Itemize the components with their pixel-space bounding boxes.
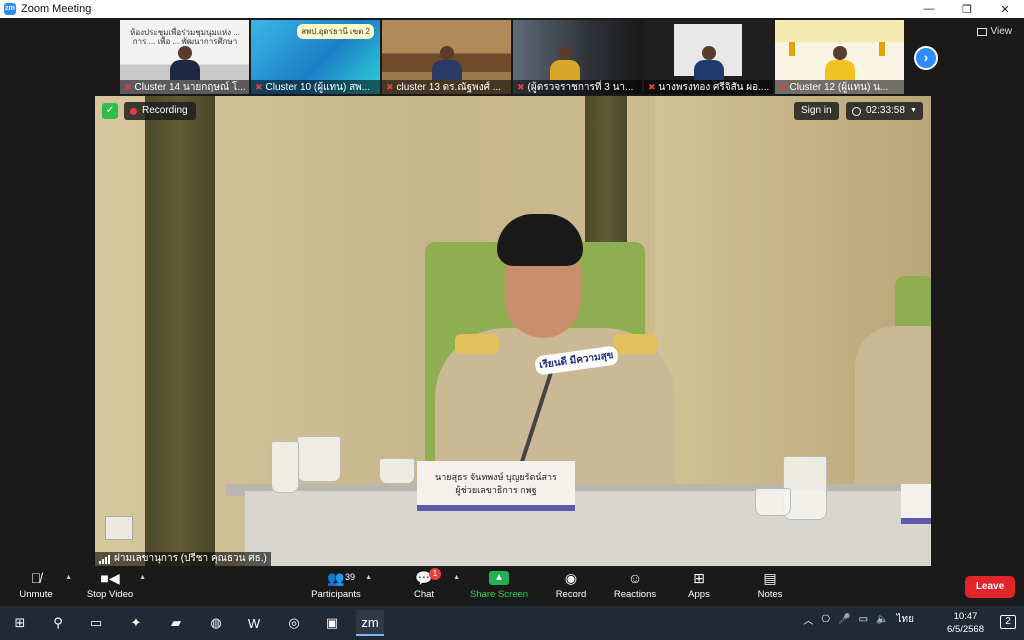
signal-bars-icon	[99, 554, 110, 564]
speaker-nameplate: นายสุธร จันทพงษ์ บุญยรัตน์สาร ผู้ช่วยเลข…	[417, 461, 575, 511]
participants-icon: 👥	[327, 569, 345, 586]
participant-figure	[693, 46, 724, 80]
taskbar-clock[interactable]: 10:47 6/5/2568	[947, 610, 984, 636]
zoom-taskbar-icon[interactable]: zm	[356, 610, 384, 636]
thumbnail-label: ✖ cluster 13 ดร.ณัฐพงศ์ ...	[382, 80, 511, 94]
meet-now-icon[interactable]: ⎔	[821, 614, 830, 625]
chevron-down-icon: ▼	[909, 107, 917, 114]
participants-count: 39	[345, 572, 356, 582]
participant-thumbnail[interactable]: ✖ (ผู้ตรวจราชการที่ 3 นา...	[513, 20, 642, 94]
meeting-toolbar: 🎙̸ Unmute ▲ ■◀ Stop Video ▲ 👥 39 Partici…	[0, 566, 1024, 606]
chat-unread-badge: 1	[429, 568, 441, 580]
microphone-icon[interactable]: 🎤	[838, 614, 850, 625]
stop-video-button[interactable]: ■◀ Stop Video ▲	[78, 568, 146, 604]
participant-figure	[549, 46, 580, 80]
chrome-icon[interactable]: ◍	[202, 610, 230, 636]
chevron-up-icon[interactable]: ▲	[365, 574, 372, 581]
record-icon: ◉	[564, 569, 578, 586]
meeting-area: ห้องประชุมเพื่อร่วมชุมนุมแห่ง ... การ ..…	[0, 18, 1024, 566]
presentation-app-icon[interactable]: ▣	[318, 610, 346, 636]
thumbnail-label: ✖ Cluster 10 (ผู้แทน) สพ...	[251, 80, 380, 94]
chevron-up-icon[interactable]: ▲	[65, 574, 72, 581]
search-icon[interactable]: ⚲	[44, 610, 72, 636]
zoom-app-icon: zm	[4, 3, 16, 15]
notification-center-icon[interactable]: 2	[1000, 615, 1016, 629]
file-explorer-icon[interactable]: ▰	[162, 610, 190, 636]
close-button[interactable]: ✕	[986, 0, 1024, 18]
apps-button[interactable]: ⊞ Apps	[667, 568, 731, 604]
restore-button[interactable]: ❐	[948, 0, 986, 18]
chat-bubble-icon: 💬	[415, 569, 433, 586]
clock-date: 6/5/2568	[947, 624, 984, 635]
thumbnail-banner-text: สพป.อุดรธานี เขต 2	[297, 24, 374, 39]
leave-button[interactable]: Leave	[965, 576, 1015, 598]
language-indicator[interactable]: ไทย	[897, 612, 914, 627]
windows-taskbar: ⊞ ⚲ ▭ ✦ ▰ ◍ W ◎ ▣ zm ︿ ⎔ 🎤 ▭ 🔈 ไทย 10:47…	[0, 606, 1024, 640]
participant-thumbnail[interactable]: ✖ นางพรงทอง ศรีจิสัน ผอ....	[644, 20, 773, 94]
muted-microphone-icon: 🎙̸	[30, 570, 42, 586]
muted-mic-icon: ✖	[517, 82, 525, 92]
task-view-icon[interactable]: ▭	[82, 610, 110, 636]
minimize-button[interactable]: —	[910, 0, 948, 18]
video-camera-icon: ■◀	[100, 569, 120, 586]
emoji-smile-icon: ☺	[627, 570, 643, 586]
thumbnail-label: ✖ Cluster 14 นายกฤษณ์ โ...	[120, 80, 249, 94]
meeting-timer[interactable]: 02:33:58 ▼	[846, 102, 923, 120]
volume-icon[interactable]: 🔈	[876, 614, 888, 625]
muted-mic-icon: ✖	[648, 82, 656, 92]
participant-figure	[169, 46, 200, 80]
participant-figure	[431, 46, 462, 80]
participant-thumbnail[interactable]: สพป.อุดรธานี เขต 2 ✖ Cluster 10 (ผู้แทน) …	[251, 20, 380, 94]
share-screen-icon: ▲	[467, 568, 531, 588]
encryption-shield-icon[interactable]: ✓	[102, 103, 118, 119]
clock-icon	[852, 106, 861, 116]
view-button[interactable]: View	[976, 26, 1012, 37]
clock-time: 10:47	[953, 611, 978, 622]
nameplate-title: ผู้ช่วยเลขาธิการ กพฐ	[455, 485, 537, 495]
participant-thumbnail[interactable]: ✖ Cluster 12 (ผู้แทน) น...	[775, 20, 904, 94]
system-tray: ︿ ⎔ 🎤 ▭ 🔈 ไทย	[803, 612, 914, 627]
title-bar: zm Zoom Meeting — ❐ ✕	[0, 0, 1024, 18]
record-dot-icon	[130, 107, 137, 115]
record-button[interactable]: ◉ Record	[539, 568, 603, 604]
thumbnail-label: ✖ (ผู้ตรวจราชการที่ 3 นา...	[513, 80, 642, 94]
muted-mic-icon: ✖	[779, 82, 787, 92]
sign-in-button[interactable]: Sign in	[794, 102, 839, 120]
notes-button[interactable]: ▤ Notes	[738, 568, 802, 604]
chevron-up-icon[interactable]: ︿	[803, 612, 813, 627]
unmute-button[interactable]: 🎙̸ Unmute ▲	[4, 568, 72, 604]
participants-button[interactable]: 👥 39 Participants ▲	[304, 568, 372, 604]
share-screen-button[interactable]: ▲ Share Screen	[467, 568, 531, 604]
participant-thumbnail[interactable]: ✖ cluster 13 ดร.ณัฐพงศ์ ...	[382, 20, 511, 94]
muted-mic-icon: ✖	[255, 82, 263, 92]
nameplate-name: นายสุธร จันทพงษ์ บุญยรัตน์สาร	[435, 472, 557, 482]
thumbnail-label: ✖ นางพรงทอง ศรีจิสัน ผอ....	[644, 80, 773, 94]
next-page-arrow-icon[interactable]: ›	[914, 46, 938, 70]
word-icon[interactable]: W	[240, 610, 268, 636]
windows-start-icon[interactable]: ⊞	[6, 610, 34, 636]
muted-mic-icon: ✖	[124, 82, 132, 92]
network-icon[interactable]: ▭	[859, 614, 868, 625]
window-controls: — ❐ ✕	[910, 0, 1024, 18]
participant-figure	[824, 46, 855, 80]
recording-indicator[interactable]: Recording	[124, 102, 196, 120]
active-speaker-video: เรียนดี มีความสุข นายสุธร จันทพงษ์ บุญยร…	[95, 96, 931, 566]
apps-icon: ⊞	[693, 569, 705, 586]
reactions-button[interactable]: ☺ Reactions	[603, 568, 667, 604]
chat-button[interactable]: 💬 1 Chat ▲	[392, 568, 460, 604]
participant-thumbnail-strip: ห้องประชุมเพื่อร่วมชุมนุมแห่ง ... การ ..…	[120, 20, 904, 94]
muted-mic-icon: ✖	[386, 82, 394, 92]
speaker-name-label: ฝามเลขานุการ (ปรีชา คุณธวน ศธ.)	[95, 552, 271, 566]
window-title: Zoom Meeting	[21, 3, 92, 15]
copilot-icon[interactable]: ✦	[122, 610, 150, 636]
thumbnail-label: ✖ Cluster 12 (ผู้แทน) น...	[775, 80, 904, 94]
grid-view-icon	[976, 27, 987, 36]
chevron-up-icon[interactable]: ▲	[139, 574, 146, 581]
chevron-up-icon[interactable]: ▲	[453, 574, 460, 581]
participant-thumbnail[interactable]: ห้องประชุมเพื่อร่วมชุมนุมแห่ง ... การ ..…	[120, 20, 249, 94]
notes-icon: ▤	[763, 569, 777, 586]
app-icon[interactable]: ◎	[280, 610, 308, 636]
